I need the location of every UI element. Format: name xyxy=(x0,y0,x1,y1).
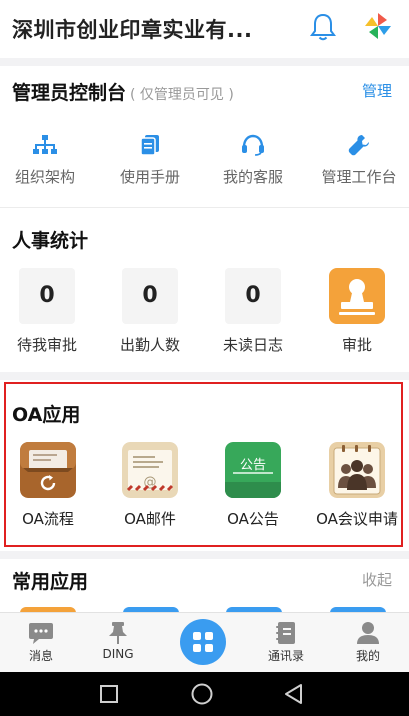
oa-announcement-icon: 公告 xyxy=(225,442,281,498)
company-name[interactable]: 深圳市创业印章实业有... xyxy=(12,14,252,44)
section-divider xyxy=(0,58,409,66)
approve-stamp-icon xyxy=(329,268,385,324)
manual-icon xyxy=(140,135,159,156)
admin-console-title: 管理员控制台( 仅管理员可见 ) xyxy=(12,78,234,105)
manage-link[interactable]: 管理 xyxy=(362,80,392,101)
hr-stats-title: 人事统计 xyxy=(12,230,89,252)
system-navigation-bar xyxy=(0,672,409,716)
admin-item-user-manual[interactable]: 使用手册 xyxy=(99,134,201,187)
bottom-tab-bar: 消息 DING 通讯录 我的 xyxy=(0,612,409,672)
stat-value: 0 xyxy=(122,268,178,324)
grid-icon xyxy=(193,632,213,652)
tab-contacts[interactable]: 通讯录 xyxy=(245,613,327,673)
app-label: OA邮件 xyxy=(124,510,176,528)
oa-process-icon xyxy=(20,442,76,498)
wrench-icon xyxy=(348,135,369,156)
stat-label: 出勤人数 xyxy=(119,336,180,354)
stat-value: 0 xyxy=(225,268,281,324)
app-oa-process[interactable]: OA流程 xyxy=(0,442,99,529)
org-chart-icon xyxy=(33,135,57,154)
oa-meeting-icon xyxy=(329,442,385,498)
admin-subtitle: ( 仅管理员可见 ) xyxy=(130,87,234,103)
contacts-icon xyxy=(276,622,295,644)
tab-label: 通讯录 xyxy=(267,649,304,663)
oa-apps-title: OA应用 xyxy=(12,404,81,426)
tab-profile[interactable]: 我的 xyxy=(327,613,409,673)
stat-pending-approval[interactable]: 0 待我审批 xyxy=(0,268,98,355)
app-oa-announcement[interactable]: 公告 OA公告 xyxy=(202,442,304,529)
stat-label: 待我审批 xyxy=(16,336,77,354)
pinwheel-icon[interactable] xyxy=(364,12,392,40)
admin-title-text: 管理员控制台 xyxy=(12,82,127,104)
admin-item-admin-workbench[interactable]: 管理工作台 xyxy=(308,134,409,187)
tab-label: 我的 xyxy=(355,649,380,663)
app-label: OA会议申请 xyxy=(316,510,398,528)
admin-item-label: 使用手册 xyxy=(119,168,180,186)
tab-label: 消息 xyxy=(28,649,53,663)
section-divider xyxy=(0,551,409,559)
stat-label: 未读日志 xyxy=(222,336,283,354)
approve-label: 审批 xyxy=(341,336,372,354)
tab-messages[interactable]: 消息 xyxy=(0,613,82,673)
common-apps-title: 常用应用 xyxy=(12,571,89,593)
stat-attendance-count[interactable]: 0 出勤人数 xyxy=(99,268,201,355)
approve-shortcut[interactable]: 审批 xyxy=(306,268,408,355)
admin-item-label: 管理工作台 xyxy=(321,168,397,186)
app-label: OA流程 xyxy=(22,510,74,528)
app-oa-mail[interactable]: @ OA邮件 xyxy=(99,442,201,529)
stat-value: 0 xyxy=(19,268,75,324)
home-icon[interactable] xyxy=(190,682,214,706)
pin-icon xyxy=(109,622,127,644)
admin-item-customer-service[interactable]: 我的客服 xyxy=(202,134,304,187)
person-icon xyxy=(357,622,379,644)
section-divider xyxy=(0,372,409,380)
admin-item-label: 组织架构 xyxy=(14,168,75,186)
message-icon xyxy=(29,623,53,644)
separator-line xyxy=(0,207,409,208)
back-icon[interactable] xyxy=(283,683,305,705)
recent-apps-icon[interactable] xyxy=(99,684,119,704)
bell-icon[interactable] xyxy=(309,12,337,42)
app-label: OA公告 xyxy=(227,510,279,528)
oa-mail-icon: @ xyxy=(122,442,178,498)
tab-label: DING xyxy=(102,647,134,661)
app-oa-meeting-request[interactable]: OA会议申请 xyxy=(306,442,408,529)
oa-announcement-icon-text: 公告 xyxy=(240,458,266,473)
collapse-link[interactable]: 收起 xyxy=(362,569,392,590)
admin-item-label: 我的客服 xyxy=(222,168,283,186)
tab-workbench[interactable] xyxy=(180,619,226,665)
stat-unread-logs[interactable]: 0 未读日志 xyxy=(202,268,304,355)
app-header: 深圳市创业印章实业有... xyxy=(0,0,409,56)
admin-item-org-structure[interactable]: 组织架构 xyxy=(0,134,96,187)
tab-ding[interactable]: DING xyxy=(77,613,159,673)
headset-icon xyxy=(242,134,264,156)
